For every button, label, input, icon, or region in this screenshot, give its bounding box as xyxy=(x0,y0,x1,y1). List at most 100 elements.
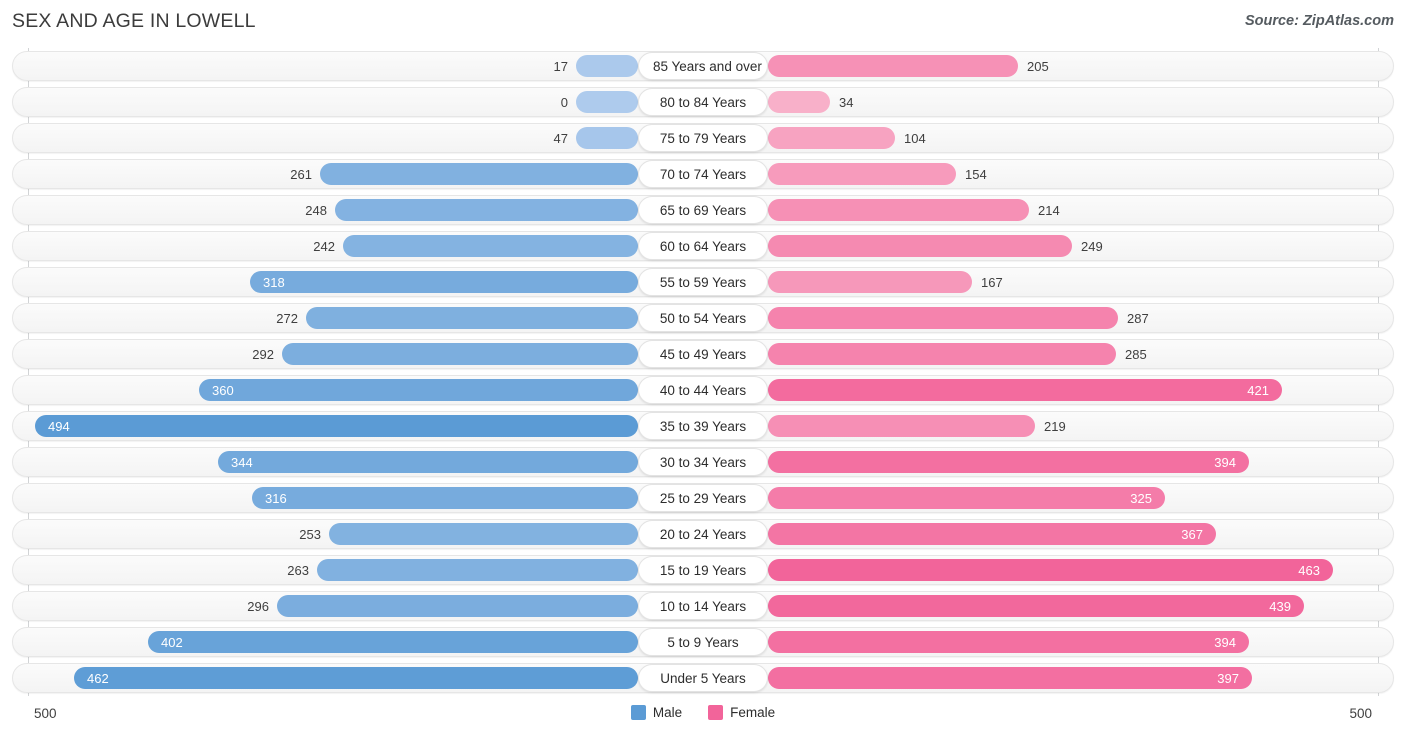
bar-male[interactable] xyxy=(329,523,638,545)
chart-row: 494 219 35 to 39 Years xyxy=(0,408,1406,444)
legend-label: Female xyxy=(730,705,776,720)
bar-value-male: 292 xyxy=(252,347,274,362)
chart-row: 261 154 70 to 74 Years xyxy=(0,156,1406,192)
age-group-label: 50 to 54 Years xyxy=(638,304,768,332)
chart-row: 292 285 45 to 49 Years xyxy=(0,336,1406,372)
bar-female[interactable]: 421 xyxy=(768,379,1282,401)
age-group-label: 40 to 44 Years xyxy=(638,376,768,404)
bar-male[interactable] xyxy=(282,343,638,365)
bar-female[interactable] xyxy=(768,415,1035,437)
bar-value-male: 462 xyxy=(87,670,109,686)
bar-value-male: 248 xyxy=(305,203,327,218)
bar-value-male: 318 xyxy=(263,274,285,290)
bar-male[interactable] xyxy=(277,595,638,617)
bar-female[interactable] xyxy=(768,199,1029,221)
chart-row: 296 439 10 to 14 Years xyxy=(0,588,1406,624)
age-group-label: 85 Years and over xyxy=(638,52,768,80)
chart-row: 242 249 60 to 64 Years xyxy=(0,228,1406,264)
age-group-label: 35 to 39 Years xyxy=(638,412,768,440)
bar-male[interactable]: 360 xyxy=(199,379,638,401)
chart-row: 248 214 65 to 69 Years xyxy=(0,192,1406,228)
bar-value-male: 253 xyxy=(299,527,321,542)
bar-value-male: 402 xyxy=(161,634,183,650)
bar-value-female: 463 xyxy=(1298,562,1320,578)
age-group-label: 15 to 19 Years xyxy=(638,556,768,584)
bar-male[interactable] xyxy=(317,559,638,581)
bar-value-female: 394 xyxy=(1214,634,1236,650)
chart-row: 272 287 50 to 54 Years xyxy=(0,300,1406,336)
age-group-label: 75 to 79 Years xyxy=(638,124,768,152)
bar-value-female: 249 xyxy=(1081,239,1103,254)
bar-female[interactable] xyxy=(768,343,1116,365)
bar-female[interactable]: 394 xyxy=(768,631,1249,653)
age-group-label: 80 to 84 Years xyxy=(638,88,768,116)
age-group-label: 60 to 64 Years xyxy=(638,232,768,260)
bar-female[interactable]: 463 xyxy=(768,559,1333,581)
bar-male[interactable]: 318 xyxy=(250,271,638,293)
bar-value-female: 104 xyxy=(904,131,926,146)
age-group-label: 65 to 69 Years xyxy=(638,196,768,224)
bar-value-male: 17 xyxy=(553,59,568,74)
bar-value-female: 394 xyxy=(1214,454,1236,470)
bar-male[interactable]: 494 xyxy=(35,415,638,437)
bar-male[interactable]: 316 xyxy=(252,487,638,509)
bar-value-female: 219 xyxy=(1044,419,1066,434)
bar-male[interactable]: 344 xyxy=(218,451,638,473)
age-group-label: 25 to 29 Years xyxy=(638,484,768,512)
bar-value-male: 263 xyxy=(287,563,309,578)
legend-swatch-icon xyxy=(630,705,646,720)
bar-value-female: 421 xyxy=(1247,382,1269,398)
bar-value-male: 360 xyxy=(212,382,234,398)
bar-rows: 17 205 85 Years and over 0 34 80 to 84 Years 4… xyxy=(0,48,1406,696)
bar-male[interactable] xyxy=(576,127,638,149)
bar-male[interactable] xyxy=(576,91,638,113)
age-group-label: 20 to 24 Years xyxy=(638,520,768,548)
bar-value-female: 205 xyxy=(1027,59,1049,74)
bar-female[interactable] xyxy=(768,55,1018,77)
bar-male[interactable] xyxy=(576,55,638,77)
bar-female[interactable]: 394 xyxy=(768,451,1249,473)
bar-male[interactable] xyxy=(343,235,638,257)
bar-female[interactable] xyxy=(768,235,1072,257)
age-group-label: 10 to 14 Years xyxy=(638,592,768,620)
chart-footer: 500 500 Male Female xyxy=(0,698,1406,740)
chart-row: 253 367 20 to 24 Years xyxy=(0,516,1406,552)
bar-female[interactable] xyxy=(768,163,956,185)
page-title: SEX AND AGE IN LOWELL xyxy=(12,10,256,32)
bar-female[interactable]: 325 xyxy=(768,487,1165,509)
bar-female[interactable] xyxy=(768,127,895,149)
bar-value-male: 47 xyxy=(553,131,568,146)
bar-male[interactable] xyxy=(320,163,638,185)
bar-female[interactable] xyxy=(768,91,830,113)
legend-female[interactable]: Female xyxy=(708,705,775,720)
chart-row: 344 394 30 to 34 Years xyxy=(0,444,1406,480)
chart-row: 318 167 55 to 59 Years xyxy=(0,264,1406,300)
bar-female[interactable]: 439 xyxy=(768,595,1304,617)
bar-value-female: 439 xyxy=(1269,598,1291,614)
bar-value-male: 494 xyxy=(48,418,70,434)
bar-value-male: 0 xyxy=(560,95,568,110)
plot-area: 17 205 85 Years and over 0 34 80 to 84 Years 4… xyxy=(0,48,1406,696)
chart-row: 17 205 85 Years and over xyxy=(0,48,1406,84)
bar-male[interactable] xyxy=(306,307,638,329)
chart-row: 462 397 Under 5 Years xyxy=(0,660,1406,696)
chart-row: 0 34 80 to 84 Years xyxy=(0,84,1406,120)
bar-male[interactable]: 462 xyxy=(74,667,638,689)
age-group-label: 70 to 74 Years xyxy=(638,160,768,188)
bar-value-male: 344 xyxy=(231,454,253,470)
legend-label: Male xyxy=(652,705,683,720)
chart-header: SEX AND AGE IN LOWELL Source: ZipAtlas.c… xyxy=(0,0,1406,46)
legend-male[interactable]: Male xyxy=(630,705,683,720)
bar-value-male: 272 xyxy=(276,311,298,326)
bar-male[interactable] xyxy=(335,199,638,221)
bar-female[interactable]: 367 xyxy=(768,523,1216,545)
age-group-label: 45 to 49 Years xyxy=(638,340,768,368)
age-group-label: 5 to 9 Years xyxy=(638,628,768,656)
bar-female[interactable]: 397 xyxy=(768,667,1252,689)
bar-female[interactable] xyxy=(768,307,1118,329)
bar-female[interactable] xyxy=(768,271,972,293)
bar-value-female: 167 xyxy=(981,275,1003,290)
age-group-label: Under 5 Years xyxy=(638,664,768,692)
bar-value-female: 154 xyxy=(965,167,987,182)
bar-male[interactable]: 402 xyxy=(148,631,638,653)
